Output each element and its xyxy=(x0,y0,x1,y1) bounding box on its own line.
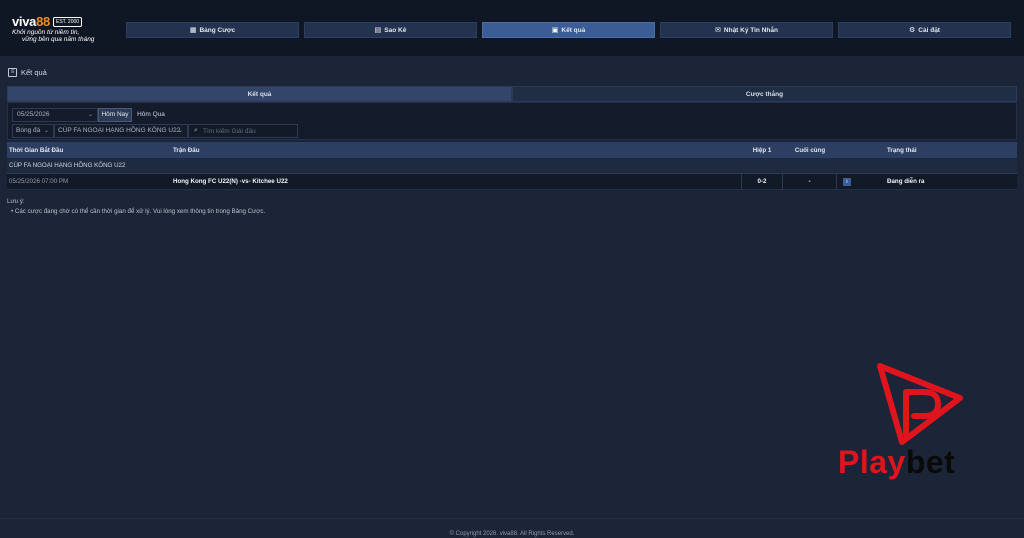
nav-cai-dat[interactable]: ⚙ Cài đặt xyxy=(838,22,1011,38)
playbet-logo-icon xyxy=(877,363,963,445)
tab-ket-qua[interactable]: Kết quả xyxy=(7,86,512,102)
table-header: Thời Gian Bắt Đầu Trận Đấu Hiệp 1 Cuối c… xyxy=(7,142,1017,158)
table-row: 05/25/2026 07:00 PM Hong Kong FC U22(N) … xyxy=(7,173,1017,190)
logo-tagline-2: vững bền qua năm tháng xyxy=(22,36,95,43)
note-section: Lưu ý: Các cược đang chờ có thể cần thời… xyxy=(7,198,265,215)
nav-bang-cuoc[interactable]: ▦ Bảng Cược xyxy=(126,22,299,38)
sport-select[interactable]: Bóng đá ⌄ xyxy=(12,124,54,138)
document-icon: ▤ xyxy=(374,27,382,34)
nav-sao-ke[interactable]: ▤ Sao Kê xyxy=(304,22,477,38)
playbet-watermark: Playbet xyxy=(838,358,978,488)
row-final-score: - xyxy=(783,173,837,190)
table-icon: ▦ xyxy=(189,27,197,34)
col-final: Cuối cùng xyxy=(794,146,826,154)
results-table: Thời Gian Bắt Đầu Trận Đấu Hiệp 1 Cuối c… xyxy=(7,142,1017,190)
chevron-down-icon: ⌄ xyxy=(43,128,49,134)
logo-tagline-1: Khởi nguồn từ niềm tin, xyxy=(12,29,80,36)
row-start-time: 05/25/2026 07:00 PM xyxy=(9,178,69,185)
search-icon: ⌕ xyxy=(194,127,198,134)
today-button[interactable]: Hôm Nay xyxy=(98,108,132,122)
nav-ket-qua[interactable]: ▣ Kết quả xyxy=(482,22,655,38)
top-bar: viva88 EST. 2000 Khởi nguồn từ niềm tin,… xyxy=(0,0,1024,56)
col-first-half: Hiệp 1 xyxy=(752,146,772,154)
col-match: Trận Đấu xyxy=(173,146,200,154)
chevron-down-icon: ⌄ xyxy=(177,128,183,134)
results-icon: ▣ xyxy=(551,27,559,34)
row-status: Đang diễn ra xyxy=(887,178,925,185)
logo-text: viva88 xyxy=(12,14,50,29)
footer: © Copyright 2026. viva88. All Rights Res… xyxy=(0,518,1024,538)
gear-icon: ⚙ xyxy=(909,27,916,34)
yesterday-button[interactable]: Hôm Qua xyxy=(135,108,167,122)
league-search: ⌕ xyxy=(188,124,298,138)
watermark-text: Playbet xyxy=(838,444,956,480)
logo-est-badge: EST. 2000 xyxy=(52,16,83,27)
row-first-half-score: 0-2 xyxy=(741,173,783,190)
page-title: ≡ Kết quả xyxy=(8,68,47,77)
date-select[interactable]: 05/25/2026 ⌄ xyxy=(12,108,98,122)
results-page-icon: ≡ xyxy=(8,68,17,77)
info-icon[interactable]: i xyxy=(843,177,851,186)
col-status: Trạng thái xyxy=(887,146,917,154)
row-match: Hong Kong FC U22(N) -vs- Kitchee U22 xyxy=(173,178,288,185)
row-info: i xyxy=(837,177,857,186)
envelope-icon: ✉ xyxy=(715,27,721,34)
main-nav: ▦ Bảng Cược ▤ Sao Kê ▣ Kết quả ✉ Nhật Ký Tin… xyxy=(126,22,1011,38)
league-select[interactable]: CÚP FA NGOẠI HẠNG HỒNG KÔNG U22 ⌄ xyxy=(54,124,188,138)
col-start-time: Thời Gian Bắt Đầu xyxy=(9,146,64,154)
results-tabs: Kết quả Cược thắng xyxy=(7,86,1017,102)
note-title: Lưu ý: xyxy=(7,198,25,205)
note-item: Các cược đang chờ có thể cần thời gian đ… xyxy=(11,208,265,215)
note-list: Các cược đang chờ có thể cần thời gian đ… xyxy=(7,208,265,215)
chevron-down-icon: ⌄ xyxy=(87,112,93,118)
league-group-row: CÚP FA NGOẠI HẠNG HỒNG KÔNG U22 xyxy=(7,158,1017,174)
filter-panel: 05/25/2026 ⌄ Hôm Nay Hôm Qua Bóng đá ⌄ CÚP… xyxy=(7,102,1017,140)
league-search-input[interactable] xyxy=(203,127,295,135)
nav-nhat-ky-tin-nhan[interactable]: ✉ Nhật Ký Tin Nhắn xyxy=(660,22,833,38)
brand-logo[interactable]: viva88 EST. 2000 Khởi nguồn từ niềm tin,… xyxy=(12,14,112,46)
tab-cuoc-thang[interactable]: Cược thắng xyxy=(512,86,1017,102)
